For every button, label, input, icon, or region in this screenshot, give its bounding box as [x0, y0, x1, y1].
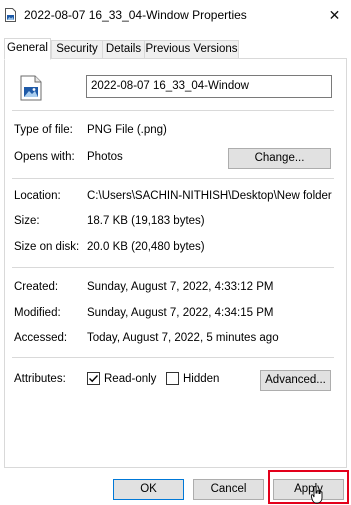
checkmark-icon — [89, 375, 99, 383]
tab-general[interactable]: General — [4, 38, 51, 60]
readonly-label[interactable]: Read-only — [104, 373, 156, 385]
change-button[interactable]: Change... — [228, 148, 331, 169]
title-bar: 2022-08-07 16_33_04-Window Properties ✕ — [0, 0, 351, 32]
close-button[interactable]: ✕ — [318, 0, 351, 30]
divider — [12, 267, 334, 268]
created-value: Sunday, August 7, 2022, 4:33:12 PM — [87, 281, 274, 293]
hidden-checkbox[interactable] — [166, 372, 179, 385]
location-label: Location: — [14, 190, 61, 202]
readonly-checkbox[interactable] — [87, 372, 100, 385]
window-title: 2022-08-07 16_33_04-Window Properties — [24, 8, 247, 22]
accessed-value: Today, August 7, 2022, 5 minutes ago — [87, 332, 279, 344]
created-label: Created: — [14, 281, 59, 293]
cancel-button[interactable]: Cancel — [193, 479, 264, 500]
attributes-label: Attributes: — [14, 373, 66, 385]
size-on-disk-value: 20.0 KB (20,480 bytes) — [87, 241, 205, 253]
divider — [12, 357, 334, 358]
size-label: Size: — [14, 215, 40, 227]
image-file-icon — [20, 75, 42, 101]
type-value: PNG File (.png) — [87, 124, 167, 136]
tab-security[interactable]: Security — [51, 40, 103, 59]
hidden-label[interactable]: Hidden — [183, 373, 219, 385]
tab-previous-versions[interactable]: Previous Versions — [144, 40, 239, 59]
opens-value: Photos — [87, 151, 123, 163]
hand-cursor-icon — [311, 486, 323, 504]
tab-details[interactable]: Details — [102, 40, 145, 59]
location-value: C:\Users\SACHIN-NITHISH\Desktop\New fold… — [87, 190, 332, 202]
general-panel — [4, 58, 347, 468]
accessed-label: Accessed: — [14, 332, 68, 344]
image-file-icon — [5, 8, 16, 22]
file-name-field[interactable]: 2022-08-07 16_33_04-Window — [86, 75, 332, 98]
type-label: Type of file: — [14, 124, 73, 136]
ok-button[interactable]: OK — [113, 479, 184, 500]
divider — [12, 178, 334, 179]
opens-label: Opens with: — [14, 151, 75, 163]
advanced-button[interactable]: Advanced... — [260, 370, 331, 391]
size-value: 18.7 KB (19,183 bytes) — [87, 215, 205, 227]
divider — [12, 110, 334, 111]
apply-highlight-box — [268, 470, 349, 504]
modified-value: Sunday, August 7, 2022, 4:34:15 PM — [87, 307, 274, 319]
size-on-disk-label: Size on disk: — [14, 241, 80, 253]
modified-label: Modified: — [14, 307, 61, 319]
